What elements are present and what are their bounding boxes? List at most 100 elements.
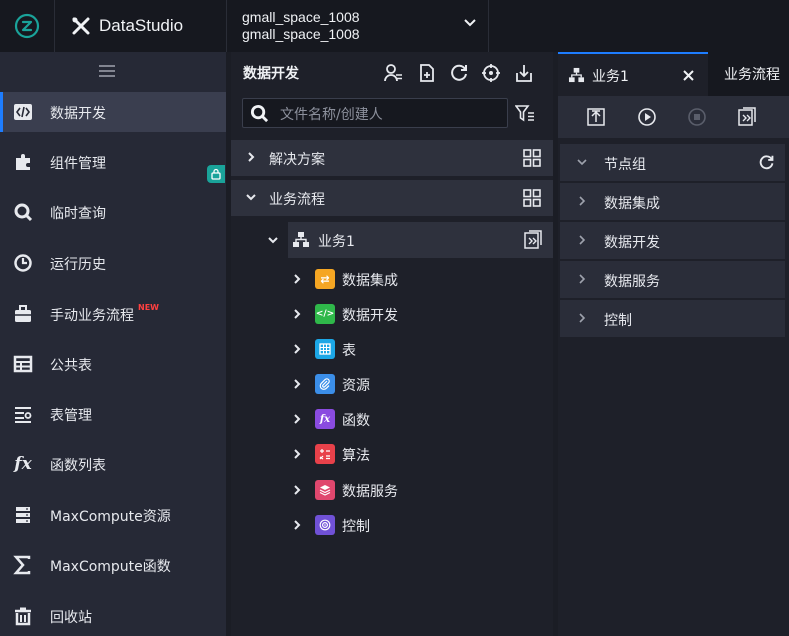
brand-name: DataStudio (99, 16, 184, 35)
tab-business-flow[interactable]: 业务流程 (708, 52, 789, 96)
sidebar-item-run-history[interactable]: 运行历史 (0, 243, 226, 283)
chevron-right-icon (579, 235, 586, 245)
chevron-down-icon (246, 194, 256, 201)
sidebar-item-components[interactable]: 组件管理 (0, 142, 226, 182)
node-item-data-service[interactable]: 数据服务 (560, 261, 785, 299)
tree-item-label: 算法 (342, 448, 370, 464)
sidebar-item-temp-query[interactable]: 临时查询 (0, 192, 226, 232)
section-solutions[interactable]: 解决方案 (231, 140, 553, 176)
user-filter-icon[interactable] (382, 62, 404, 84)
sidebar-item-label: 组件管理 (50, 156, 106, 172)
sidebar-item-mc-function[interactable]: MaxCompute函数 (0, 545, 226, 585)
open-panel-icon[interactable] (523, 230, 543, 250)
sidebar-item-recycle[interactable]: 回收站 (0, 596, 226, 636)
locate-icon[interactable] (480, 62, 502, 84)
tree-item-data-integration[interactable]: ⇄ 数据集成 (288, 265, 553, 295)
stop-icon[interactable] (686, 106, 708, 128)
tree-item-function[interactable]: fx 函数 (288, 405, 553, 435)
tree-item-label: 函数 (342, 413, 370, 429)
node-item-data-dev[interactable]: 数据开发 (560, 222, 785, 260)
sidebar-item-data-dev[interactable]: 数据开发 (0, 92, 226, 132)
filter-icon[interactable] (515, 104, 535, 123)
tree-item-label: 表 (342, 343, 356, 359)
run-icon[interactable] (636, 106, 658, 128)
sigma-icon (13, 555, 33, 575)
briefcase-icon (13, 304, 33, 324)
close-icon[interactable] (683, 70, 694, 81)
brand[interactable]: DataStudio (54, 0, 226, 52)
tree-item-resource[interactable]: 资源 (288, 370, 553, 400)
tree-item-algorithm[interactable]: 算法 (288, 440, 553, 470)
tree-item-label: 数据开发 (342, 308, 398, 324)
search-icon (13, 202, 33, 222)
table-icon (13, 354, 33, 374)
sidebar-item-functions[interactable]: fx 函数列表 (0, 444, 226, 484)
search-icon (250, 104, 269, 123)
sidebar-item-label: MaxCompute资源 (50, 509, 171, 525)
lock-icon[interactable] (207, 165, 225, 183)
chevron-down-icon[interactable] (266, 233, 280, 247)
tab-label: 业务1 (592, 69, 629, 85)
chevron-right-icon (294, 379, 301, 389)
grid-view-icon[interactable] (523, 189, 541, 207)
tree-item-data-dev[interactable]: </> 数据开发 (288, 300, 553, 330)
submit-icon[interactable] (585, 106, 607, 128)
sidebar-item-label: 函数列表 (50, 458, 106, 474)
tab-business1[interactable]: 业务1 (558, 52, 708, 96)
node-item-data-integration[interactable]: 数据集成 (560, 183, 785, 221)
sidebar-item-public-table[interactable]: 公共表 (0, 344, 226, 384)
refresh-icon[interactable] (758, 154, 775, 171)
menu-icon[interactable] (98, 64, 116, 78)
editor-toolbar (558, 96, 789, 138)
chevron-right-icon (294, 485, 301, 495)
section-label: 解决方案 (269, 152, 325, 168)
chevron-right-icon (294, 309, 301, 319)
tree-item-table[interactable]: 表 (288, 335, 553, 365)
new-badge: NEW (138, 303, 159, 312)
import-icon[interactable] (513, 62, 535, 84)
sidebar-item-label: 运行历史 (50, 257, 106, 273)
section-business-flow[interactable]: 业务流程 (231, 180, 553, 216)
chevron-right-icon (294, 520, 301, 530)
sidebar-item-table-manage[interactable]: 表管理 (0, 394, 226, 434)
business-flow-node[interactable]: 业务1 (288, 222, 553, 258)
target-icon (315, 515, 335, 535)
tree-item-control[interactable]: 控制 (288, 511, 553, 541)
chevron-right-icon (294, 414, 301, 424)
sync-icon: ⇄ (315, 269, 335, 289)
node-item-control[interactable]: 控制 (560, 300, 785, 338)
node-group-header[interactable]: 节点组 (560, 144, 785, 182)
panel-title: 数据开发 (243, 66, 299, 82)
workspace-id: gmall_space_1008 (242, 26, 360, 42)
code-icon: </> (315, 304, 335, 324)
table-icon (315, 339, 335, 359)
chevron-right-icon (294, 344, 301, 354)
fx-icon: fx (315, 409, 335, 429)
calculator-icon (315, 444, 335, 464)
tree-item-label: 资源 (342, 378, 370, 394)
grid-view-icon[interactable] (523, 149, 541, 167)
chevron-right-icon (579, 313, 586, 323)
clock-icon (13, 253, 33, 273)
chevron-down-icon[interactable] (462, 14, 478, 30)
chevron-right-icon (579, 196, 586, 206)
layers-icon (315, 480, 335, 500)
section-label: 业务流程 (269, 192, 325, 208)
editor-panel (558, 52, 789, 636)
sidebar-item-mc-resource[interactable]: MaxCompute资源 (0, 495, 226, 535)
node-label: 数据集成 (604, 196, 660, 212)
flow-icon (568, 67, 585, 83)
open-panel-icon[interactable] (736, 106, 758, 128)
node-group-label: 节点组 (604, 157, 646, 173)
tree-item-data-service[interactable]: 数据服务 (288, 476, 553, 506)
resource-icon (13, 505, 33, 525)
workspace-selector[interactable]: gmall_space_1008 gmall_space_1008 (226, 0, 489, 52)
search-placeholder: 文件名称/创建人 (280, 107, 383, 123)
sidebar-item-manual-flow[interactable]: 手动业务流程NEW (0, 294, 226, 334)
refresh-icon[interactable] (448, 62, 470, 84)
code-icon (13, 102, 33, 122)
new-file-icon[interactable] (416, 62, 438, 84)
chevron-right-icon (579, 274, 586, 284)
table-manage-icon (13, 404, 33, 424)
app-logo-icon[interactable] (0, 0, 54, 52)
